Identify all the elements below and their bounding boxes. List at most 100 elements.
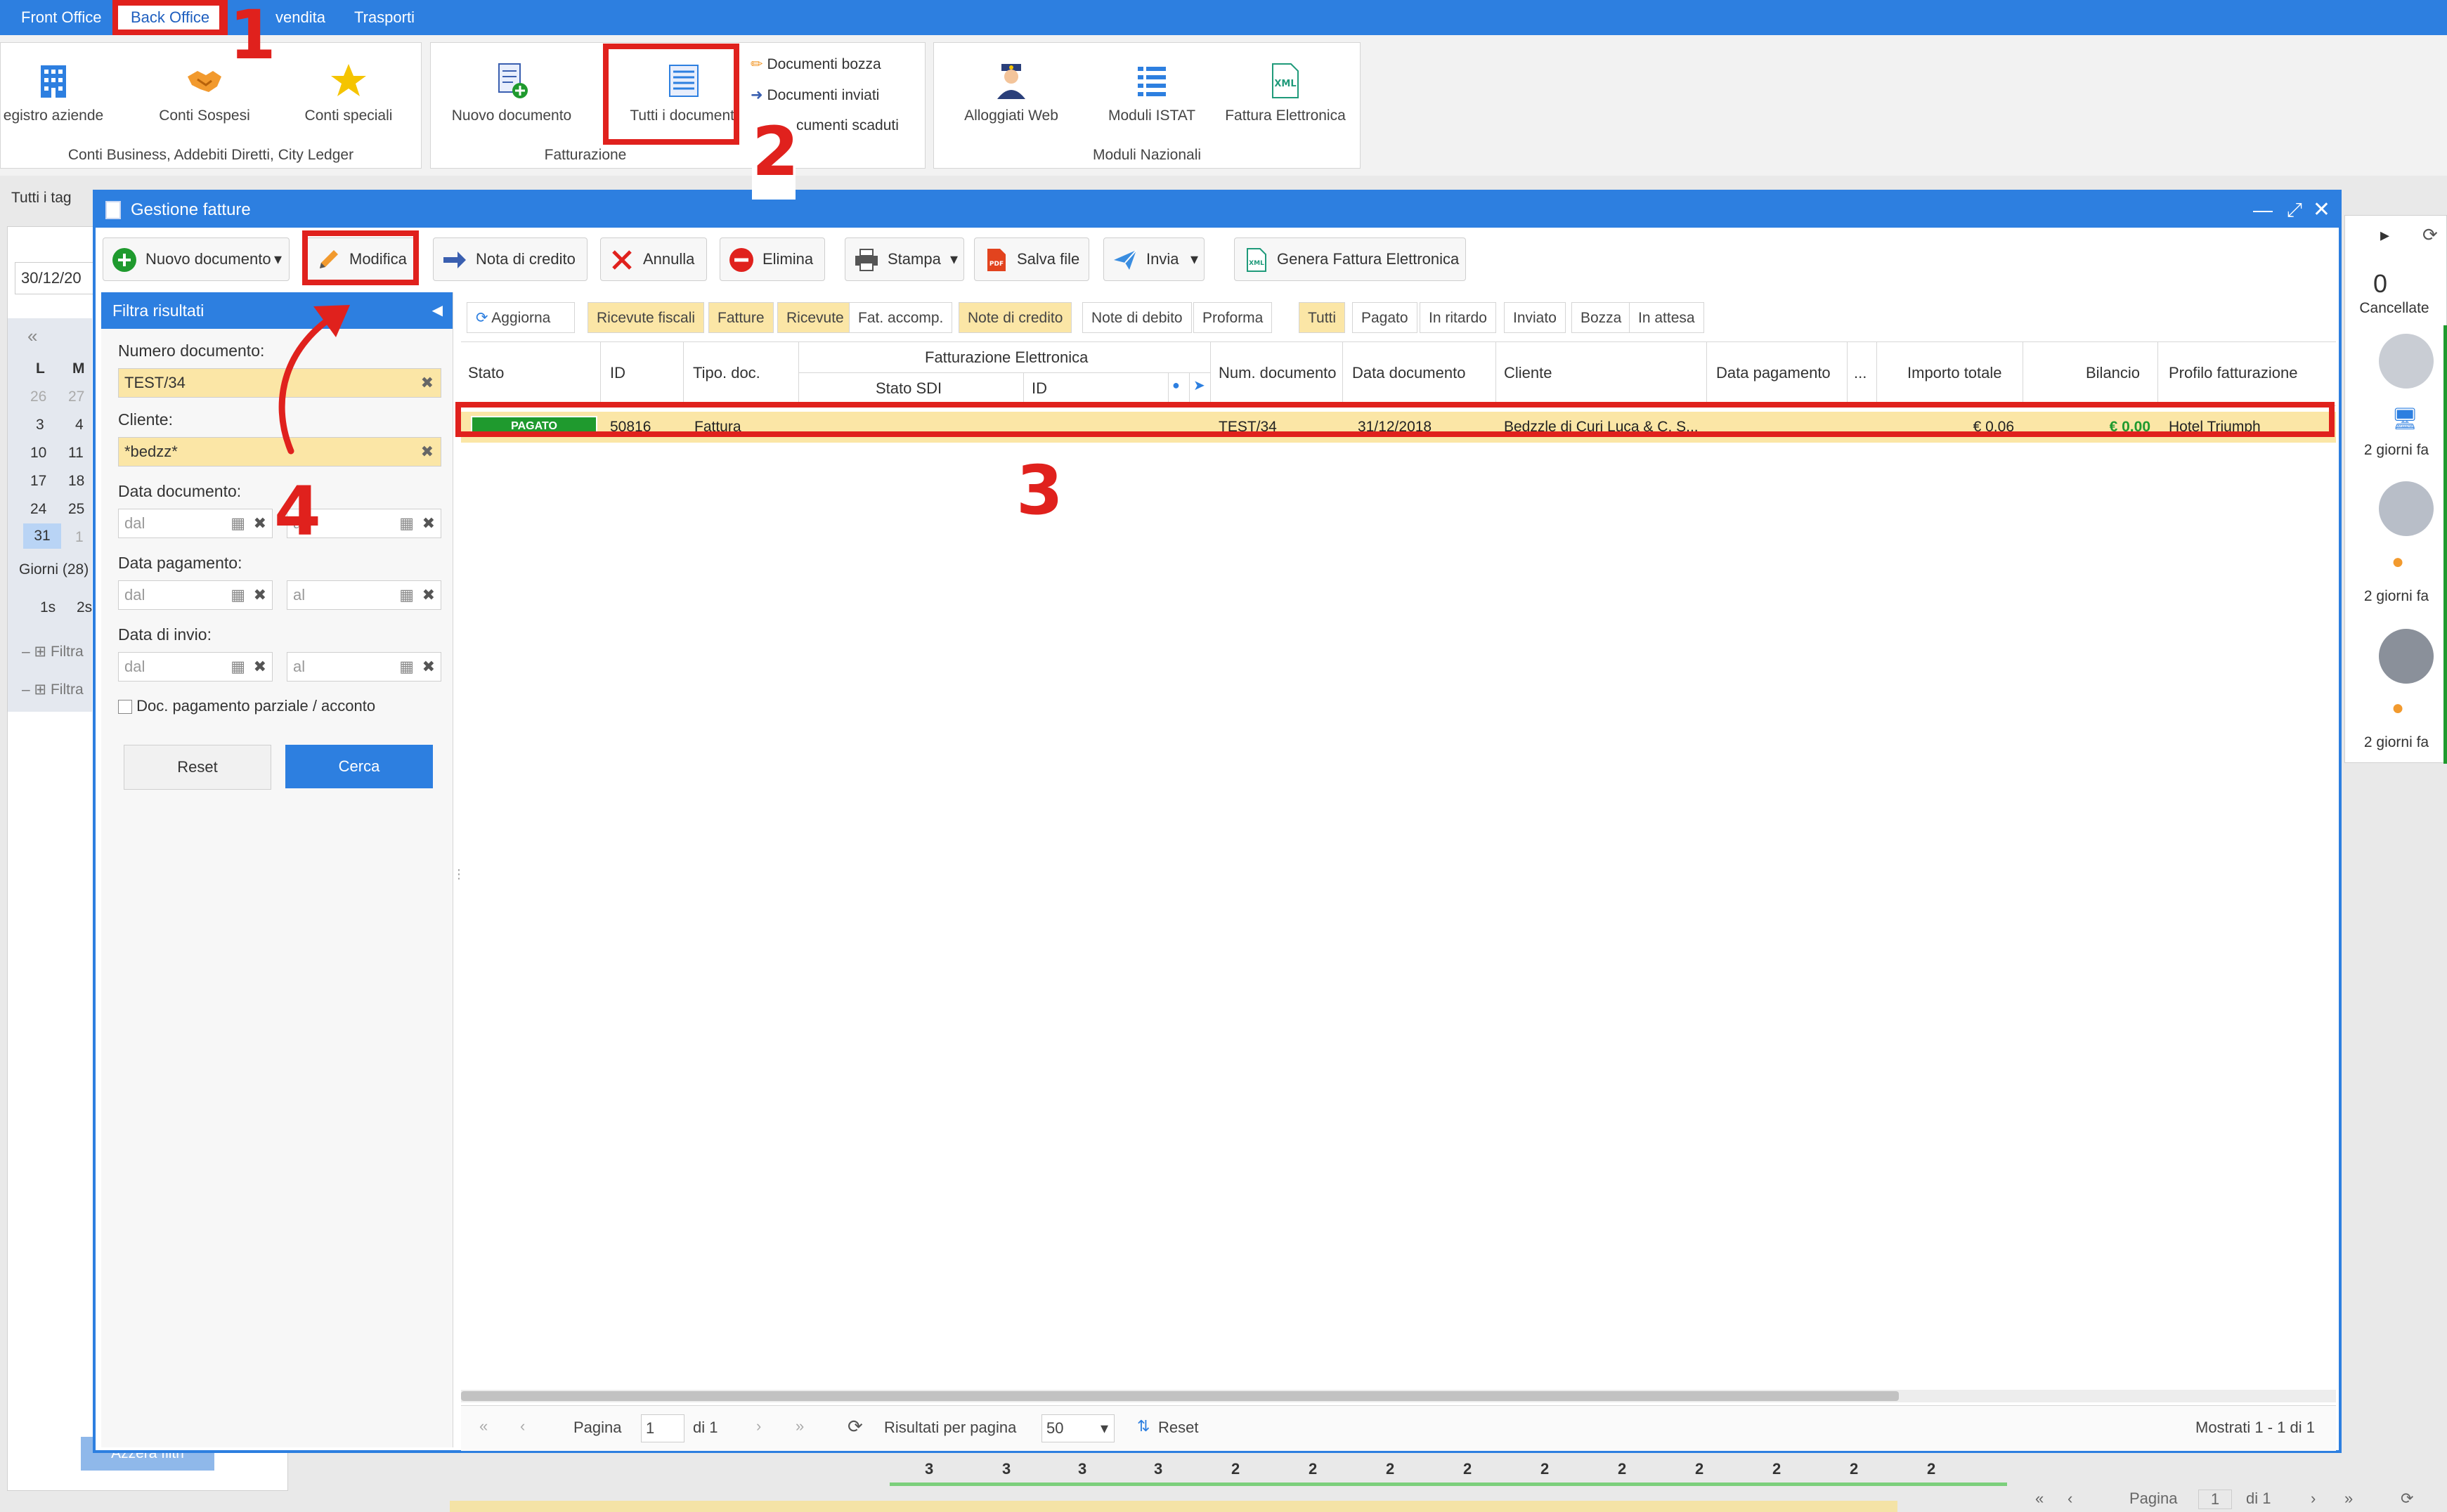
ribbon-item-documenti-bozza[interactable]: ✏ Documenti bozza	[751, 56, 881, 73]
save-file-button[interactable]: PDF Salva file	[974, 237, 1089, 281]
send-date-to-input[interactable]: al ▦ ✖	[287, 652, 441, 682]
calendar-icon[interactable]: ▦	[399, 509, 414, 537]
col-more[interactable]: ...	[1854, 364, 1867, 382]
calendar-icon[interactable]: ▦	[399, 581, 414, 609]
chip-in-ritardo[interactable]: In ritardo	[1420, 302, 1496, 333]
credit-note-button[interactable]: Nota di credito	[433, 237, 588, 281]
cancel-button[interactable]: Annulla	[600, 237, 707, 281]
clear-icon[interactable]: ✖	[421, 438, 434, 466]
calendar-day[interactable]: 17	[30, 473, 46, 490]
info-icon[interactable]: ●	[1172, 378, 1180, 393]
ribbon-btn-registro-aziende[interactable]: egistro aziende	[1, 50, 106, 124]
chip-ricevute[interactable]: Ricevute	[777, 302, 853, 333]
last-page-icon[interactable]: »	[796, 1417, 804, 1435]
col-bilancio[interactable]: Bilancio	[2086, 364, 2140, 382]
close-icon[interactable]: ✕	[2313, 193, 2330, 228]
doc-date-from-input[interactable]: dal ▦ ✖	[118, 509, 273, 538]
col-data-documento[interactable]: Data documento	[1352, 364, 1465, 382]
scrollbar-thumb[interactable]	[461, 1391, 1899, 1401]
clear-icon[interactable]: ✖	[254, 653, 266, 681]
col-tipo-doc[interactable]: Tipo. doc.	[693, 364, 760, 382]
send-button[interactable]: Invia ▾	[1103, 237, 1205, 281]
calendar-icon[interactable]: ▦	[399, 653, 414, 681]
col-data-pagamento[interactable]: Data pagamento	[1716, 364, 1831, 382]
chip-proforma[interactable]: Proforma	[1193, 302, 1273, 333]
ribbon-item-documenti-inviati[interactable]: ➜ Documenti inviati	[751, 86, 879, 104]
next-page-icon[interactable]: ›	[756, 1417, 761, 1435]
chip-note-di-debito[interactable]: Note di debito	[1082, 302, 1192, 333]
send-date-from-input[interactable]: dal ▦ ✖	[118, 652, 273, 682]
chip-inviato[interactable]: Inviato	[1504, 302, 1566, 333]
ribbon-btn-moduli-istat[interactable]: Moduli ISTAT	[1089, 50, 1215, 124]
clear-icon[interactable]: ✖	[254, 509, 266, 537]
calendar-icon[interactable]: ▦	[231, 509, 245, 537]
search-button[interactable]: Cerca	[285, 745, 433, 788]
page-input[interactable]: 1	[641, 1414, 684, 1442]
send-icon[interactable]: ➤	[1193, 377, 1205, 394]
col-num-documento[interactable]: Num. documento	[1219, 364, 1337, 382]
pay-date-to-input[interactable]: al ▦ ✖	[287, 580, 441, 610]
reset-button[interactable]: Reset	[124, 745, 271, 790]
page-input[interactable]: 1	[2198, 1490, 2232, 1509]
clear-icon[interactable]: ✖	[254, 581, 266, 609]
right-chevron-icon[interactable]: ▸	[2380, 224, 2389, 246]
col-stato[interactable]: Stato	[468, 364, 504, 382]
range-1s-button[interactable]: 1s	[40, 599, 56, 616]
tab-vendita[interactable]: vendita	[275, 0, 325, 35]
col-cliente[interactable]: Cliente	[1504, 364, 1552, 382]
calendar-day[interactable]: 24	[30, 501, 46, 518]
filter-row[interactable]: – ⊞ Filtra	[22, 681, 84, 698]
clear-icon[interactable]: ✖	[422, 653, 435, 681]
tab-trasporti[interactable]: Trasporti	[354, 0, 415, 35]
print-button[interactable]: Stampa ▾	[845, 237, 964, 281]
chip-bozza[interactable]: Bozza	[1571, 302, 1631, 333]
pay-date-from-input[interactable]: dal ▦ ✖	[118, 580, 273, 610]
chip-tutti[interactable]: Tutti	[1299, 302, 1346, 333]
prev-page-icon[interactable]: ‹	[520, 1417, 525, 1435]
refresh-button[interactable]: ⟳ Aggiorna	[467, 302, 575, 333]
col-profilo-fatturazione[interactable]: Profilo fatturazione	[2169, 364, 2297, 382]
delete-button[interactable]: Elimina	[720, 237, 825, 281]
tag-filter-label[interactable]: Tutti i tag	[0, 184, 103, 212]
calendar-day[interactable]: 11	[68, 445, 84, 462]
ribbon-btn-nuovo-documento[interactable]: Nuovo documento	[438, 50, 585, 124]
partial-payment-checkbox[interactable]	[118, 700, 132, 715]
col-id[interactable]: ID	[610, 364, 625, 382]
clear-icon[interactable]: ✖	[421, 369, 434, 397]
refresh-icon[interactable]: ⟳	[848, 1416, 863, 1438]
calendar-day[interactable]: 4	[75, 417, 84, 434]
calendar-day[interactable]: 26	[30, 389, 46, 405]
col-stato-sdi[interactable]: Stato SDI	[876, 379, 942, 398]
tab-front-office[interactable]: Front Office	[21, 0, 102, 35]
col-importo-totale[interactable]: Importo totale	[1907, 364, 2002, 382]
chip-pagato[interactable]: Pagato	[1352, 302, 1417, 333]
refresh-icon[interactable]: ⟳	[2401, 1490, 2413, 1508]
chip-note-di-credito[interactable]: Note di credito	[959, 302, 1072, 333]
calendar-icon[interactable]: ▦	[231, 581, 245, 609]
chip-fatture[interactable]: Fatture	[708, 302, 774, 333]
ribbon-btn-alloggiati-web[interactable]: Alloggiati Web	[941, 50, 1082, 124]
splitter-handle[interactable]: ⋮	[453, 867, 465, 895]
chip-fat-accomp[interactable]: Fat. accomp.	[849, 302, 953, 333]
calendar-day[interactable]: 10	[30, 445, 46, 462]
chip-ricevute-fiscali[interactable]: Ricevute fiscali	[588, 302, 705, 333]
generate-einvoice-button[interactable]: XML Genera Fattura Elettronica	[1234, 237, 1466, 281]
horizontal-scrollbar[interactable]	[461, 1390, 2336, 1402]
calendar-day[interactable]: 25	[68, 501, 84, 518]
calendar-icon[interactable]: ▦	[231, 653, 245, 681]
minimize-icon[interactable]: —	[2253, 193, 2273, 228]
calendar-day[interactable]: 1	[75, 529, 84, 546]
range-2s-button[interactable]: 2s	[77, 599, 92, 616]
clear-icon[interactable]: ✖	[422, 509, 435, 537]
clear-icon[interactable]: ✖	[422, 581, 435, 609]
next-page-icon[interactable]: ›	[2311, 1490, 2316, 1508]
filter-row[interactable]: – ⊞ Filtra	[22, 643, 84, 660]
dialog-titlebar[interactable]: Gestione fatture — ⤢ ✕	[96, 193, 2339, 228]
first-page-icon[interactable]: «	[479, 1417, 488, 1435]
last-page-icon[interactable]: »	[2344, 1490, 2353, 1508]
col-fe-id[interactable]: ID	[1032, 379, 1047, 398]
calendar-day[interactable]: 3	[36, 417, 44, 434]
calendar-day[interactable]: 18	[68, 473, 84, 490]
first-page-icon[interactable]: «	[2035, 1490, 2044, 1508]
ribbon-btn-conti-speciali[interactable]: Conti speciali	[289, 50, 408, 124]
